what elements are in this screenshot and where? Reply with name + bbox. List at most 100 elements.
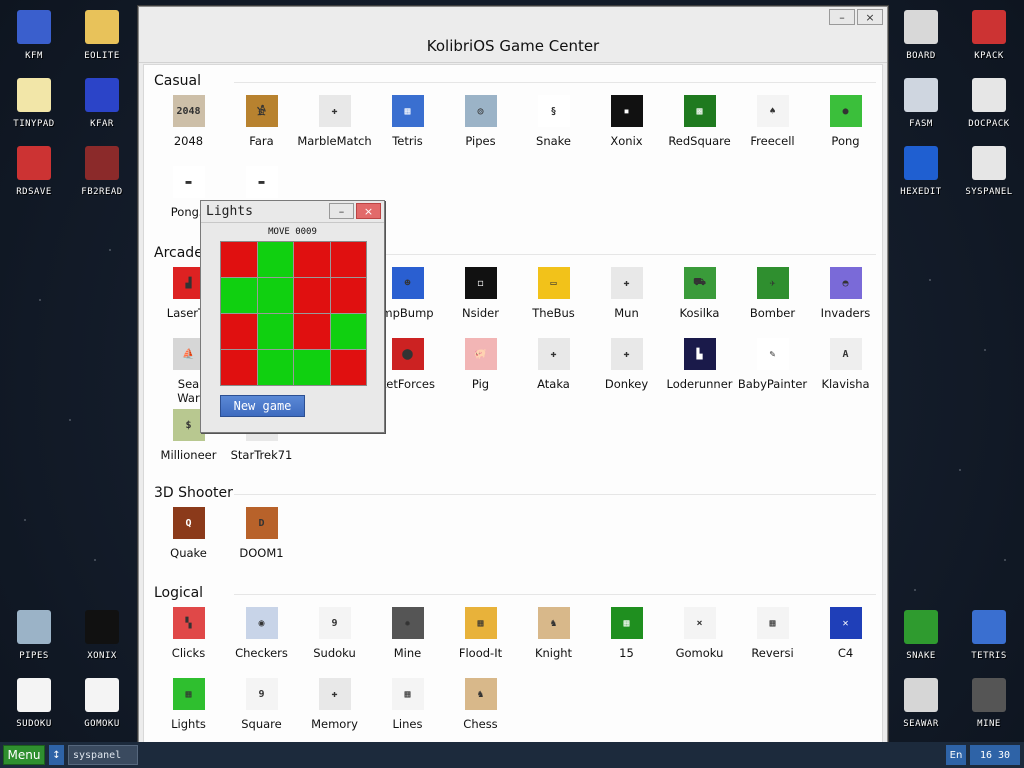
app-clicks[interactable]: ▚ Clicks	[152, 607, 225, 675]
app-label: C4	[837, 646, 854, 660]
light-cell[interactable]	[294, 350, 330, 385]
light-cell[interactable]	[294, 314, 330, 349]
app-sudoku[interactable]: 9 Sudoku	[298, 607, 371, 675]
window-controls: – ×	[829, 9, 883, 25]
app-knight[interactable]: ♞ Knight	[517, 607, 590, 675]
light-cell[interactable]	[257, 278, 293, 313]
minimize-button[interactable]: –	[829, 9, 855, 25]
ufo-icon: ◓	[829, 267, 862, 299]
taskbar-item-syspanel[interactable]: syspanel	[68, 745, 138, 765]
new-game-button[interactable]: New game	[220, 395, 305, 417]
desktop-icon-tetris[interactable]: TETRIS	[955, 610, 1023, 674]
desktop-icon-rdsave[interactable]: RDSAVE	[0, 146, 68, 210]
app-loderunner[interactable]: ▙ Loderunner	[663, 338, 736, 406]
lines-icon: ▦	[391, 678, 424, 710]
app-freecell[interactable]: ♠ Freecell	[736, 95, 809, 163]
rocket-icon: ⬤	[391, 338, 424, 370]
desktop-icon-seawar[interactable]: SEAWAR	[887, 678, 955, 742]
switch-arrow-icon[interactable]: ↕	[49, 745, 64, 765]
app-label: Sudoku	[313, 646, 356, 660]
move-counter: MOVE 0009	[268, 227, 317, 237]
desktop-icon-kfm[interactable]: KFM	[0, 10, 68, 74]
app-donkey[interactable]: ✚ Donkey	[590, 338, 663, 406]
desktop-icon-gomoku[interactable]: GOMOKU	[68, 678, 136, 742]
desktop-icon-kpack[interactable]: KPACK	[955, 10, 1023, 74]
app-pipes[interactable]: ◎ Pipes	[444, 95, 517, 163]
app-marblematch[interactable]: ✚ MarbleMatch	[297, 95, 372, 163]
app-xonix[interactable]: ▪ Xonix	[590, 95, 663, 163]
light-cell[interactable]	[330, 242, 366, 277]
desktop-icon-mine[interactable]: MINE	[955, 678, 1023, 742]
close-button[interactable]: ×	[857, 9, 883, 25]
app-checkers[interactable]: ◉ Checkers	[225, 607, 298, 675]
language-indicator[interactable]: En	[946, 745, 966, 765]
sudoku-icon: 9	[318, 607, 351, 639]
app-quake[interactable]: Q Quake	[152, 507, 225, 575]
app-square[interactable]: 9 Square	[225, 678, 298, 746]
app-lines[interactable]: ▦ Lines	[371, 678, 444, 746]
app-mine[interactable]: ✹ Mine	[371, 607, 444, 675]
app-memory[interactable]: ✚ Memory	[298, 678, 371, 746]
desktop-icon-fasm[interactable]: FASM	[887, 78, 955, 142]
light-cell[interactable]	[330, 278, 366, 313]
app-klavisha[interactable]: A Klavisha	[809, 338, 882, 406]
app-tetris[interactable]: ▦ Tetris	[371, 95, 444, 163]
app-pig[interactable]: 🐖 Pig	[444, 338, 517, 406]
desktop-icon-eolite[interactable]: EOLITE	[68, 10, 136, 74]
app-gomoku[interactable]: ⨯ Gomoku	[663, 607, 736, 675]
desktop-icon-snake[interactable]: SNAKE	[887, 610, 955, 674]
light-cell[interactable]	[294, 278, 330, 313]
floppy-icon	[17, 10, 51, 44]
app-lights[interactable]: ▦ Lights	[152, 678, 225, 746]
app-flood-it[interactable]: ▦ Flood-It	[444, 607, 517, 675]
desktop-icon-fb2read[interactable]: FB2READ	[68, 146, 136, 210]
light-cell[interactable]	[257, 242, 293, 277]
app-fara[interactable]: 𓀀 Fara	[225, 95, 298, 163]
app-ataka[interactable]: ✚ Ataka	[517, 338, 590, 406]
game-center-titlebar[interactable]: KolibriOS Game Center – ×	[139, 7, 887, 63]
app-label: Klavisha	[821, 377, 870, 391]
light-cell[interactable]	[221, 278, 257, 313]
desktop-icon-xonix[interactable]: XONIX	[68, 610, 136, 674]
app-pong[interactable]: ● Pong	[809, 95, 882, 163]
app-bomber[interactable]: ✈ Bomber	[736, 267, 809, 335]
app-babypainter[interactable]: ✎ BabyPainter	[736, 338, 809, 406]
taskbar: Menu ↕ syspanel En 16 30	[0, 742, 1024, 768]
lights-titlebar[interactable]: Lights – ×	[201, 201, 384, 223]
app-redsquare[interactable]: ▩ RedSquare	[663, 95, 736, 163]
desktop-icon-pipes[interactable]: PIPES	[0, 610, 68, 674]
desktop-icon-board[interactable]: BOARD	[887, 10, 955, 74]
desktop-icon-syspanel[interactable]: SYSPANEL	[955, 146, 1023, 210]
app-chess[interactable]: ♞ Chess	[444, 678, 517, 746]
menu-button[interactable]: Menu	[3, 745, 45, 765]
app-c4[interactable]: ✕ C4	[809, 607, 882, 675]
light-cell[interactable]	[257, 314, 293, 349]
desktop-icon-hexedit[interactable]: HEXEDIT	[887, 146, 955, 210]
flood-icon: ▦	[464, 607, 497, 639]
light-cell[interactable]	[221, 314, 257, 349]
app-snake[interactable]: § Snake	[517, 95, 590, 163]
app-kosilka[interactable]: ⛟ Kosilka	[663, 267, 736, 335]
desktop-icon-sudoku[interactable]: SUDOKU	[0, 678, 68, 742]
app-label: Donkey	[604, 377, 649, 391]
app-15[interactable]: ▦ 15	[590, 607, 663, 675]
lights-minimize-button[interactable]: –	[329, 203, 354, 219]
app-label: ketForces	[380, 377, 435, 391]
app-reversi[interactable]: ▦ Reversi	[736, 607, 809, 675]
light-cell[interactable]	[330, 350, 366, 385]
light-cell[interactable]	[221, 350, 257, 385]
light-cell[interactable]	[221, 242, 257, 277]
desktop-icon-kfar[interactable]: KFAR	[68, 78, 136, 142]
light-cell[interactable]	[294, 242, 330, 277]
light-cell[interactable]	[330, 314, 366, 349]
light-cell[interactable]	[257, 350, 293, 385]
app-nsider[interactable]: ◻ Nsider	[444, 267, 517, 335]
app-invaders[interactable]: ◓ Invaders	[809, 267, 882, 335]
app-doom1[interactable]: D DOOM1	[225, 507, 298, 575]
desktop-icon-tinypad[interactable]: TINYPAD	[0, 78, 68, 142]
app-2048[interactable]: 2048 2048	[152, 95, 225, 163]
app-thebus[interactable]: ▭ TheBus	[517, 267, 590, 335]
desktop-icon-docpack[interactable]: DOCPACK	[955, 78, 1023, 142]
lights-close-button[interactable]: ×	[356, 203, 381, 219]
app-mun[interactable]: ✚ Mun	[590, 267, 663, 335]
